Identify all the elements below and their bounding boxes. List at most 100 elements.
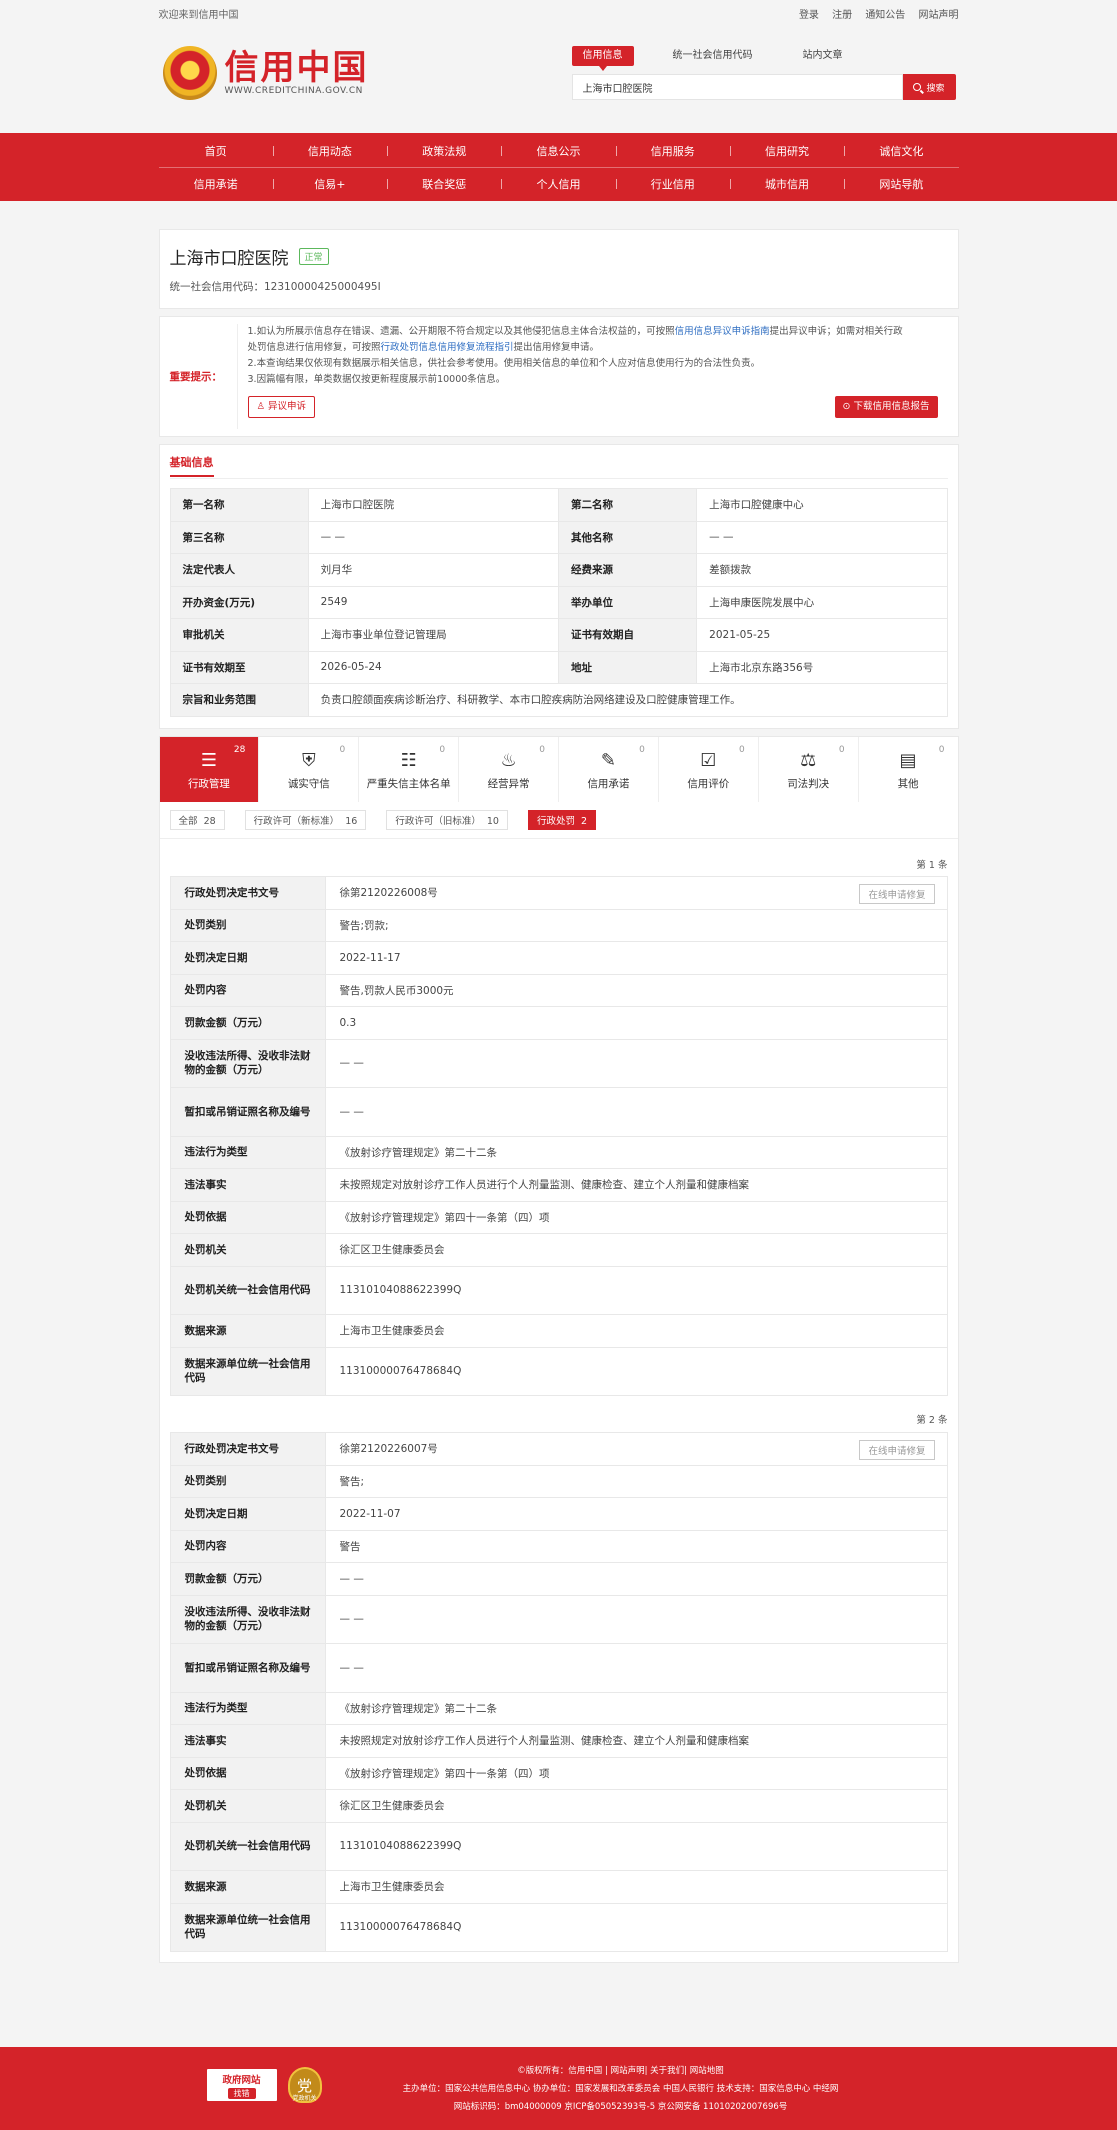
field-label: 数据来源单位统一社会信用代码 <box>169 1346 326 1396</box>
tab-credit-info[interactable]: 信用信息 <box>571 46 634 71</box>
filter-chip[interactable]: 行政许可（旧标准） 10 <box>386 810 508 830</box>
download-report-button[interactable]: ⊙ 下载信用信息报告 <box>834 396 938 418</box>
nav-item-sitemap[interactable]: 网站导航 <box>844 176 958 192</box>
nav-item-culture[interactable]: 诚信文化 <box>844 143 958 159</box>
tab-ucc[interactable]: 统一社会信用代码 <box>662 46 764 66</box>
shield-icon: ⛨ <box>302 749 316 771</box>
field-value: 警告 <box>324 1529 948 1563</box>
field-value-text: — — <box>339 1661 364 1674</box>
top-bar: 欢迎来到信用中国 登录 注册 通知公告 网站声明 <box>0 0 1117 26</box>
table-row: 处罚机关统一社会信用代码 11310104088622399Q <box>169 1265 948 1315</box>
field-value: 11310000076478684Q <box>324 1346 948 1396</box>
footer: 政府网站 找错 党 党政机关 ©版权所有：信用中国 | 网站声明| 关于我们| … <box>0 2047 1117 2130</box>
table-row: 处罚依据 《放射诊疗管理规定》第四十一条第（四）项 <box>169 1200 948 1234</box>
field-label: 违法事实 <box>169 1168 326 1202</box>
field-value: 《放射诊疗管理规定》第四十一条第（四）项 <box>324 1756 948 1790</box>
category-label: 行政管理 <box>187 778 230 790</box>
nav-item-xinyi[interactable]: 信易+ <box>272 176 387 192</box>
basic-info-row: 证书有效期至 2026-05-24 地址 上海市北京东路356号 <box>169 650 948 684</box>
objection-button[interactable]: ♙ 异议申诉 <box>247 396 316 418</box>
field-value: 负责口腔颌面疾病诊断治疗、科研教学、本市口腔疾病防治网络建设及口腔健康管理工作。 <box>307 683 948 717</box>
nav-item-service[interactable]: 信用服务 <box>615 143 730 159</box>
field-value-text: 徐汇区卫生健康委员会 <box>339 1800 445 1813</box>
field-label: 第二名称 <box>557 488 698 522</box>
category-count: 0 <box>938 745 945 755</box>
field-value-text: 上海市卫生健康委员会 <box>339 1325 445 1338</box>
field-value-text: 警告 <box>339 1540 361 1553</box>
search-area: 信用信息 统一社会信用代码 站内文章 搜索 <box>571 46 960 100</box>
category-tab[interactable]: ✎ 信用承诺 0 <box>559 737 659 802</box>
field-value-text: 2022-11-17 <box>339 951 401 964</box>
nav-item-news[interactable]: 信用动态 <box>272 143 387 159</box>
filter-label: 行政许可（旧标准） <box>395 816 481 827</box>
table-row: 处罚决定日期 2022-11-07 <box>169 1497 948 1531</box>
field-value: 0.3 <box>324 1006 948 1040</box>
field-label: 其他名称 <box>557 520 698 554</box>
field-value: 警告;罚款; <box>324 908 948 942</box>
field-value: 《放射诊疗管理规定》第四十一条第（四）项 <box>324 1200 948 1234</box>
table-row: 没收违法所得、没收非法财物的金额（万元） — — <box>169 1038 948 1088</box>
tab-site-articles[interactable]: 站内文章 <box>792 46 854 66</box>
category-tab[interactable]: ☰ 行政管理 28 <box>159 737 260 802</box>
evaluation-icon: ☑ <box>700 749 717 771</box>
field-label: 暂扣或吊销证照名称及编号 <box>169 1087 326 1137</box>
field-label: 处罚类别 <box>169 1464 326 1498</box>
nav-item-home[interactable]: 首页 <box>159 143 273 159</box>
filter-chip[interactable]: 全部 28 <box>169 810 225 830</box>
field-value: 徐第2120226008号 在线申请修复 <box>324 876 948 910</box>
filter-chip[interactable]: 行政许可（新标准） 16 <box>244 810 367 830</box>
field-value-text: 11310104088622399Q <box>339 1840 462 1853</box>
search-button[interactable]: 搜索 <box>902 74 956 100</box>
filter-label: 行政处罚 <box>536 816 575 827</box>
gov-site-error-badge[interactable]: 政府网站 找错 <box>205 2068 278 2102</box>
nav-item-disclosure[interactable]: 信息公示 <box>501 143 615 159</box>
nav-row-2: 信用承诺 信易+ 联合奖惩 个人信用 行业信用 城市信用 网站导航 <box>158 167 959 200</box>
notice-line-3: 3.因篇幅有限，单类数据仅按更新程度展示前10000条信息。 <box>247 374 506 385</box>
field-label: 经费来源 <box>557 553 698 587</box>
search-input[interactable] <box>571 74 903 100</box>
record-index: 第 2 条 <box>916 1415 948 1426</box>
nav-item-commitment[interactable]: 信用承诺 <box>159 176 273 192</box>
notice-link[interactable]: 通知公告 <box>865 10 905 21</box>
basic-info-table: 第一名称 上海市口腔医院 第二名称 上海市口腔健康中心 第三名称 — — 其他名称 — — 法定… <box>169 488 948 717</box>
nav-item-policy[interactable]: 政策法规 <box>387 143 501 159</box>
login-link[interactable]: 登录 <box>799 10 819 21</box>
field-label: 处罚内容 <box>169 973 326 1007</box>
statement-link[interactable]: 网站声明 <box>919 10 959 21</box>
party-gov-seal-icon[interactable]: 党 党政机关 <box>287 2067 322 2103</box>
field-value: 2022-11-07 <box>324 1497 948 1531</box>
field-value: — — <box>307 520 559 554</box>
repair-guide-link[interactable]: 行政处罚信息信用修复流程指引 <box>381 342 514 353</box>
nav-item-industry[interactable]: 行业信用 <box>615 176 730 192</box>
category-tab[interactable]: ☑ 信用评价 0 <box>659 737 759 802</box>
category-tab[interactable]: ▤ 其他 0 <box>859 737 958 802</box>
category-tab[interactable]: ⚖ 司法判决 0 <box>759 737 859 802</box>
category-tabs: ☰ 行政管理 28 ⛨ 诚实守信 0 ☷ 严重失信主体名单 0 ♨ 经营异常 0 ✎ 信用承诺 0 ☑ 信用评价… <box>158 736 959 802</box>
category-count: 0 <box>739 745 745 755</box>
national-emblem-icon <box>162 46 217 100</box>
nav-item-research[interactable]: 信用研究 <box>729 143 844 159</box>
field-value-text: — — <box>339 1057 364 1070</box>
nav-item-personal[interactable]: 个人信用 <box>501 176 615 192</box>
category-tab[interactable]: ♨ 经营异常 0 <box>459 737 559 802</box>
field-label: 暂扣或吊销证照名称及编号 <box>169 1643 326 1693</box>
field-label: 没收违法所得、没收非法财物的金额（万元） <box>169 1594 326 1644</box>
category-tab[interactable]: ⛨ 诚实守信 0 <box>259 737 360 802</box>
site-logo[interactable]: 信用中国 WWW.CREDITCHINA.GOV.CN <box>162 46 369 100</box>
filter-chip[interactable]: 行政处罚 2 <box>527 810 597 830</box>
register-link[interactable]: 注册 <box>832 10 852 21</box>
online-repair-button[interactable]: 在线申请修复 <box>859 1440 935 1460</box>
field-value: 2026-05-24 <box>307 650 559 684</box>
objection-guide-link[interactable]: 信用信息异议申诉指南 <box>675 326 770 337</box>
category-tab[interactable]: ☷ 严重失信主体名单 0 <box>359 737 460 802</box>
field-label: 没收违法所得、没收非法财物的金额（万元） <box>169 1038 326 1088</box>
field-label: 数据来源 <box>169 1314 326 1348</box>
footer-organizers: 主办单位：国家公共信用信息中心 协办单位：国家发展和改革委员会 中国人民银行 技… <box>402 2084 839 2094</box>
basic-info-row: 法定代表人 刘月华 经费来源 差额拨款 <box>169 553 948 587</box>
nav-item-reward-punish[interactable]: 联合奖惩 <box>387 176 501 192</box>
field-label: 行政处罚决定书文号 <box>169 1432 326 1466</box>
online-repair-button[interactable]: 在线申请修复 <box>859 884 935 904</box>
field-value: 11310104088622399Q <box>324 1821 948 1871</box>
field-value: 上海市北京东路356号 <box>696 650 948 684</box>
nav-item-city[interactable]: 城市信用 <box>729 176 844 192</box>
